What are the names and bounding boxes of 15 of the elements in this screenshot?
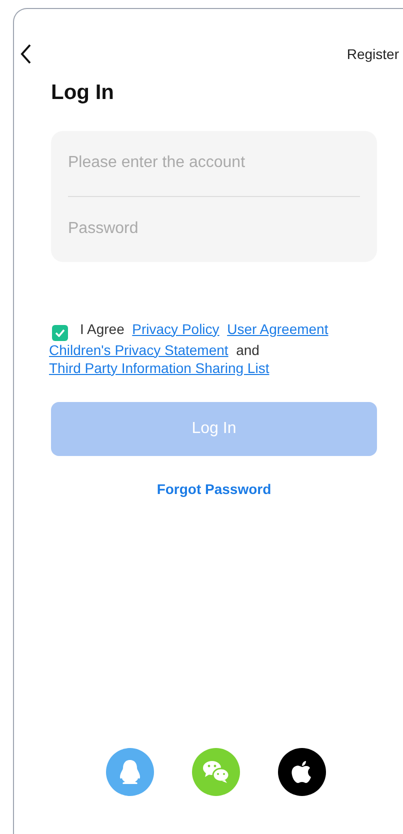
password-field[interactable]: Password [51,196,377,262]
checkmark-icon [55,328,65,336]
page-title: Log In [51,80,115,106]
policy-link[interactable]: Privacy Policy [132,320,220,336]
register-link[interactable]: Register [346,44,399,64]
policy-link[interactable]: User Agreement [227,320,328,336]
policy-link[interactable]: Third Party Information Sharing List [49,360,270,376]
policy-link[interactable]: Children's Privacy Statement [49,342,228,358]
forgot-password-link[interactable]: Forgot Password [156,478,272,500]
agreement-text: I Agree Privacy Policy User Agreement Children's Privacy Statement and Third Party Information Sharing List [49,320,330,376]
agree-checkbox[interactable] [52,324,68,340]
apple-icon[interactable] [278,748,326,796]
penguin-icon[interactable] [106,748,154,796]
chat-bubbles-icon[interactable] [192,748,240,796]
account-field[interactable]: Please enter the account [51,130,377,196]
